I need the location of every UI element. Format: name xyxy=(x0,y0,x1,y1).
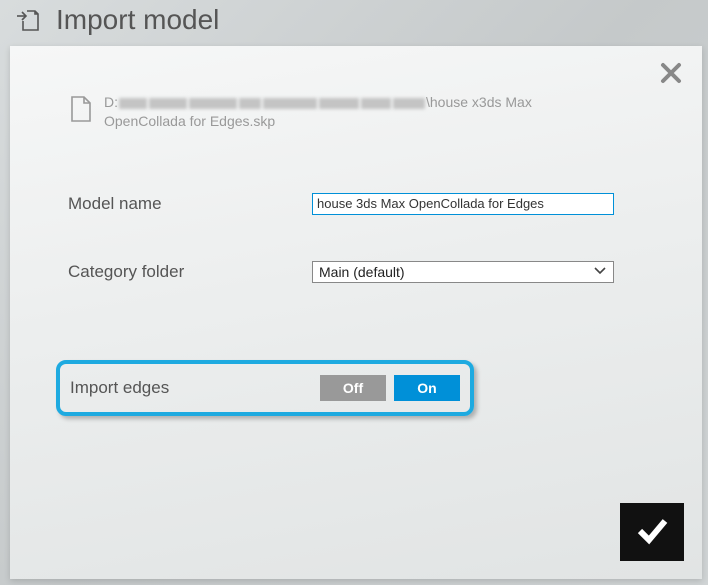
category-folder-row: Category folder Main (default) xyxy=(10,261,702,283)
file-icon xyxy=(70,95,92,123)
file-path-prefix: D: xyxy=(104,94,118,110)
import-edges-highlight: Import edges Off On xyxy=(56,360,474,416)
category-folder-label: Category folder xyxy=(68,262,312,282)
import-icon xyxy=(16,8,40,32)
dialog-panel: D:\house x3ds Max OpenCollada for Edges.… xyxy=(10,46,702,579)
confirm-button[interactable] xyxy=(620,503,684,561)
close-button[interactable] xyxy=(660,62,684,86)
file-path-text: D:\house x3ds Max OpenCollada for Edges.… xyxy=(104,93,584,131)
dialog-title: Import model xyxy=(56,4,219,36)
import-edges-label: Import edges xyxy=(70,378,312,398)
file-path-row: D:\house x3ds Max OpenCollada for Edges.… xyxy=(10,46,702,131)
import-edges-on-button[interactable]: On xyxy=(394,375,460,401)
checkmark-icon xyxy=(632,510,672,555)
category-folder-value: Main (default) xyxy=(319,264,405,280)
model-name-label: Model name xyxy=(68,194,312,214)
chevron-down-icon xyxy=(593,263,607,281)
model-name-input[interactable] xyxy=(312,193,614,215)
model-name-row: Model name xyxy=(10,193,702,215)
import-edges-off-button[interactable]: Off xyxy=(320,375,386,401)
category-folder-select[interactable]: Main (default) xyxy=(312,261,614,283)
